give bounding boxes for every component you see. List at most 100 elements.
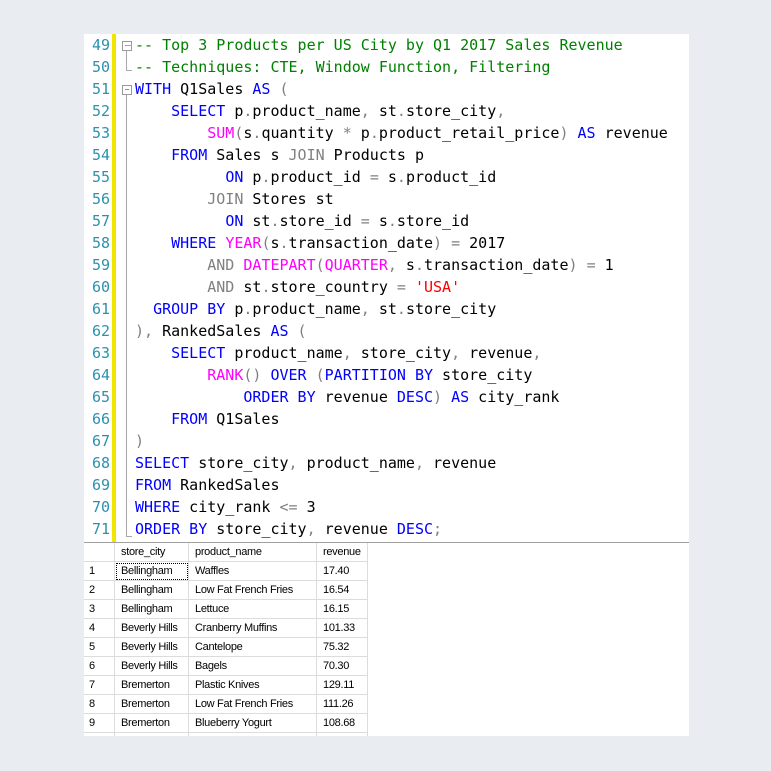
collapse-with-block-icon[interactable]: − — [122, 85, 132, 95]
cell-product-name[interactable]: Bagels — [188, 656, 317, 676]
cell-store-city[interactable]: Bremerton — [114, 675, 189, 695]
row-number[interactable]: 2 — [84, 580, 115, 600]
row-number[interactable]: 9 — [84, 713, 115, 733]
cell-revenue[interactable]: 129.11 — [316, 675, 368, 695]
code-line[interactable]: RANK() OVER (PARTITION BY store_city — [135, 364, 532, 386]
code-line[interactable]: -- Top 3 Products per US City by Q1 2017… — [135, 34, 623, 56]
table-row[interactable]: 3 Bellingham Lettuce 16.15 — [84, 599, 368, 619]
table-row[interactable]: 6 Beverly Hills Bagels 70.30 — [84, 656, 368, 676]
code-line[interactable]: ) — [135, 430, 144, 452]
row-number-header[interactable] — [84, 543, 115, 562]
code-line[interactable]: WHERE city_rank <= 3 — [135, 496, 316, 518]
table-row[interactable]: 1 Bellingham Waffles 17.40 — [84, 561, 368, 581]
column-header-product-name[interactable]: product_name — [188, 543, 317, 562]
table-row[interactable]: 5 Beverly Hills Cantelope 75.32 — [84, 637, 368, 657]
table-row[interactable]: 8 Bremerton Low Fat French Fries 111.26 — [84, 694, 368, 714]
code-line[interactable]: -- Techniques: CTE, Window Function, Fil… — [135, 56, 550, 78]
cell-product-name[interactable]: Low Fat French Fries — [188, 580, 317, 600]
code-token: revenue — [595, 124, 668, 142]
code-line[interactable]: FROM RankedSales — [135, 474, 280, 496]
cell-store-city[interactable]: Bellingham — [114, 561, 189, 581]
cell-revenue[interactable]: 70.30 — [316, 656, 368, 676]
cell-product-name[interactable]: Plastic Knives — [188, 675, 317, 695]
cell-revenue[interactable]: 16.15 — [316, 599, 368, 619]
cell-store-city[interactable]: Beverly Hills — [114, 618, 189, 638]
cell-store-city[interactable]: Beverly Hills — [114, 656, 189, 676]
code-line[interactable]: SUM(s.quantity * p.product_retail_price)… — [135, 122, 668, 144]
cell-product-name[interactable]: Cranberry Muffins — [188, 618, 317, 638]
code-line[interactable]: SELECT p.product_name, st.store_city, — [135, 100, 505, 122]
code-token: AND — [207, 278, 235, 296]
code-line[interactable]: ON st.store_id = s.store_id — [135, 210, 469, 232]
code-token: ) — [135, 432, 145, 450]
cell-revenue[interactable]: 75.32 — [316, 637, 368, 657]
code-line[interactable]: WHERE YEAR(s.transaction_date) = 2017 — [135, 232, 505, 254]
cell-product-name[interactable]: Low Fat French Fries — [188, 694, 317, 714]
code-token: product_name — [252, 102, 361, 120]
row-number[interactable]: 3 — [84, 599, 115, 619]
code-token: 3 — [297, 498, 316, 516]
table-row[interactable]: 4 Beverly Hills Cranberry Muffins 101.33 — [84, 618, 368, 638]
cell-revenue[interactable]: 108.68 — [316, 713, 368, 733]
code-line[interactable]: FROM Q1Sales — [135, 408, 279, 430]
row-number[interactable]: 7 — [84, 675, 115, 695]
code-token: . — [396, 300, 406, 318]
collapse-comment-block-icon[interactable]: − — [122, 41, 132, 51]
results-grid[interactable]: store_city product_name revenue 1 Belling… — [84, 542, 689, 736]
code-line[interactable]: ORDER BY store_city, revenue DESC; — [135, 518, 442, 540]
code-token: product_id — [270, 168, 370, 186]
row-number[interactable]: 1 — [84, 561, 115, 581]
column-header-store-city[interactable]: store_city — [114, 543, 189, 562]
row-number[interactable]: 8 — [84, 694, 115, 714]
code-line[interactable]: ON p.product_id = s.product_id — [135, 166, 496, 188]
code-line[interactable]: JOIN Stores st — [135, 188, 333, 210]
code-line[interactable]: FROM Sales s JOIN Products p — [135, 144, 424, 166]
cell-store-city[interactable]: Bellingham — [114, 599, 189, 619]
cell-revenue[interactable]: 17.40 — [316, 561, 368, 581]
code-token: ORDER BY — [243, 388, 316, 406]
code-line[interactable]: SELECT store_city, product_name, revenue — [135, 452, 496, 474]
query-editor[interactable]: 49 50 51 52 53 54 55 56 57 58 59 60 61 62 63 64 65 66 67 68… — [84, 34, 689, 542]
code-line[interactable]: WITH Q1Sales AS ( — [135, 78, 289, 100]
line-number: 53 — [91, 124, 110, 142]
row-number[interactable]: 10 — [84, 732, 115, 736]
table-row[interactable]: 9 Bremerton Blueberry Yogurt 108.68 — [84, 713, 368, 733]
cell-product-name[interactable] — [188, 732, 317, 736]
cell-revenue[interactable]: 101.33 — [316, 618, 368, 638]
cell-revenue[interactable]: 111.26 — [316, 694, 368, 714]
table-row[interactable]: 10 — [84, 732, 368, 736]
cell-product-name[interactable]: Blueberry Yogurt — [188, 713, 317, 733]
row-number[interactable]: 5 — [84, 637, 115, 657]
cell-store-city[interactable]: Beverly Hills — [114, 637, 189, 657]
code-line[interactable]: ), RankedSales AS ( — [135, 320, 307, 342]
cell-store-city[interactable] — [114, 732, 189, 736]
row-number[interactable]: 4 — [84, 618, 115, 638]
code-line[interactable]: SELECT product_name, store_city, revenue… — [135, 342, 541, 364]
table-row[interactable]: 7 Bremerton Plastic Knives 129.11 — [84, 675, 368, 695]
code-line[interactable]: ORDER BY revenue DESC) AS city_rank — [135, 386, 559, 408]
column-header-revenue[interactable]: revenue — [316, 543, 368, 562]
code-line[interactable]: AND DATEPART(QUARTER, s.transaction_date… — [135, 254, 613, 276]
cell-revenue[interactable] — [316, 732, 368, 736]
cell-store-city[interactable]: Bremerton — [114, 694, 189, 714]
line-number-gutter: 49 50 51 52 53 54 55 56 57 58 59 60 61 62 63 64 65 66 67 68… — [84, 34, 112, 542]
code-token: ) — [559, 124, 569, 142]
code-line[interactable]: GROUP BY p.product_name, st.store_city — [135, 298, 496, 320]
table-row[interactable]: 2 Bellingham Low Fat French Fries 16.54 — [84, 580, 368, 600]
row-number[interactable]: 6 — [84, 656, 115, 676]
code-token: AS — [270, 322, 289, 340]
cell-product-name[interactable]: Cantelope — [188, 637, 317, 657]
code-token: . — [387, 212, 397, 230]
code-token: FROM — [171, 410, 208, 428]
code-token: AND — [207, 256, 235, 274]
cell-revenue[interactable]: 16.54 — [316, 580, 368, 600]
cell-store-city[interactable]: Bremerton — [114, 713, 189, 733]
cell-product-name[interactable]: Lettuce — [188, 599, 317, 619]
code-line[interactable]: AND st.store_country = 'USA' — [135, 276, 460, 298]
code-token: product_name — [297, 454, 415, 472]
cell-store-city[interactable]: Bellingham — [114, 580, 189, 600]
cell-product-name[interactable]: Waffles — [188, 561, 317, 581]
code-token: , — [360, 300, 370, 318]
